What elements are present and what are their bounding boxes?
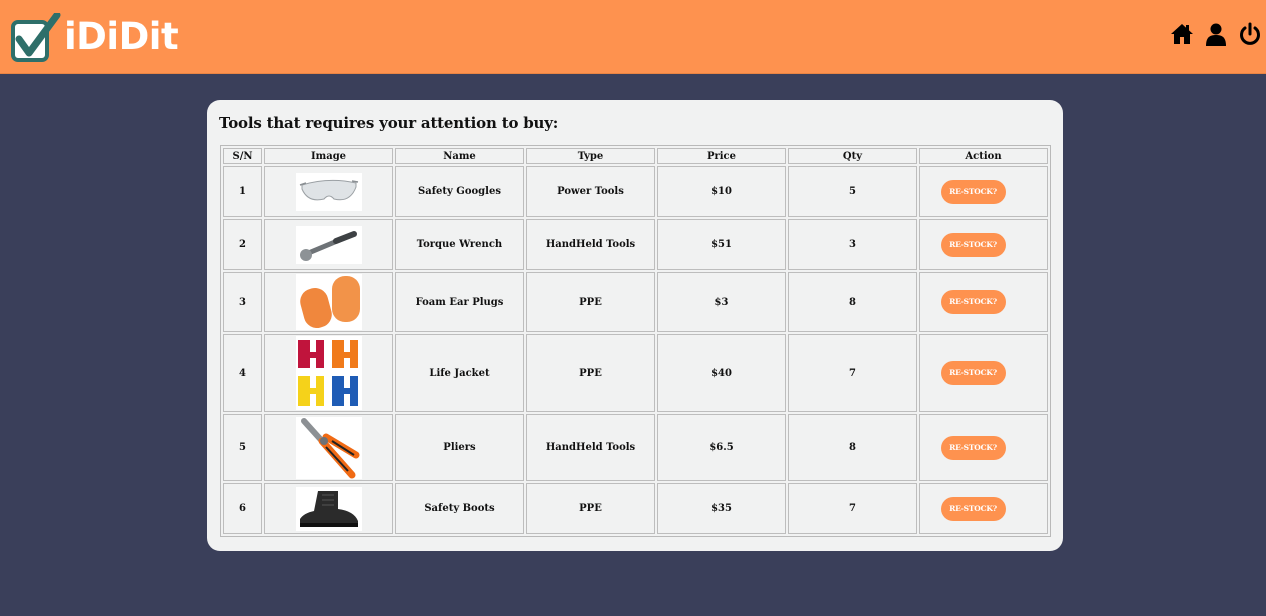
tools-table: S/N Image Name Type Price Qty Action 1 S… <box>220 145 1051 537</box>
sn-cell: 1 <box>223 166 262 217</box>
qty-cell: 8 <box>788 272 917 332</box>
table-row: 3 Foam Ear Plugs PPE $3 8 RE-STOCK? <box>223 272 1048 332</box>
sn-cell: 5 <box>223 414 262 481</box>
column-header: Qty <box>788 148 917 164</box>
name-cell: Foam Ear Plugs <box>395 272 524 332</box>
qty-cell: 8 <box>788 414 917 481</box>
price-cell: $40 <box>657 334 786 412</box>
sn-cell: 4 <box>223 334 262 412</box>
action-cell: RE-STOCK? <box>919 414 1048 481</box>
sn-cell: 2 <box>223 219 262 270</box>
price-cell: $51 <box>657 219 786 270</box>
safety-boots-image <box>295 486 362 531</box>
table-row: 5 Pliers HandHeld Tools $6.5 8 RE-STOCK? <box>223 414 1048 481</box>
type-cell: PPE <box>526 483 655 534</box>
type-cell: PPE <box>526 272 655 332</box>
restock-button[interactable]: RE-STOCK? <box>940 290 1006 314</box>
attention-card: Tools that requires your attention to bu… <box>207 100 1063 551</box>
column-header: Name <box>395 148 524 164</box>
action-cell: RE-STOCK? <box>919 483 1048 534</box>
safety-goggles-image <box>295 172 362 211</box>
sn-cell: 6 <box>223 483 262 534</box>
type-cell: HandHeld Tools <box>526 219 655 270</box>
pliers-image <box>295 416 362 479</box>
table-row: 2 Torque Wrench HandHeld Tools $51 3 RE-… <box>223 219 1048 270</box>
name-cell: Pliers <box>395 414 524 481</box>
brand-logo[interactable]: iDiDit <box>11 10 179 62</box>
table-row: 4 Life Jacket PPE $40 7 RE-STOCK? <box>223 334 1048 412</box>
name-cell: Safety Googles <box>395 166 524 217</box>
brand-name: iDiDit <box>64 14 179 58</box>
torque-wrench-image <box>295 225 362 264</box>
image-cell <box>264 219 393 270</box>
restock-button[interactable]: RE-STOCK? <box>940 179 1006 204</box>
price-cell: $3 <box>657 272 786 332</box>
restock-button[interactable]: RE-STOCK? <box>940 496 1006 521</box>
life-jacket-image <box>295 336 362 410</box>
column-header: Price <box>657 148 786 164</box>
action-cell: RE-STOCK? <box>919 219 1048 270</box>
restock-button[interactable]: RE-STOCK? <box>940 232 1006 257</box>
image-cell <box>264 414 393 481</box>
table-row: 1 Safety Googles Power Tools $10 5 RE-ST… <box>223 166 1048 217</box>
checkmark-logo-icon <box>11 13 61 62</box>
sn-cell: 3 <box>223 272 262 332</box>
top-bar: iDiDit <box>0 0 1266 74</box>
restock-button[interactable]: RE-STOCK? <box>940 361 1006 385</box>
image-cell <box>264 334 393 412</box>
column-header: S/N <box>223 148 262 164</box>
user-icon[interactable] <box>1204 22 1228 46</box>
type-cell: PPE <box>526 334 655 412</box>
page-title: Tools that requires your attention to bu… <box>219 114 559 132</box>
action-cell: RE-STOCK? <box>919 166 1048 217</box>
qty-cell: 3 <box>788 219 917 270</box>
table-row: 6 Safety Boots PPE $35 7 RE-STOCK? <box>223 483 1048 534</box>
action-cell: RE-STOCK? <box>919 272 1048 332</box>
qty-cell: 7 <box>788 483 917 534</box>
type-cell: HandHeld Tools <box>526 414 655 481</box>
image-cell <box>264 166 393 217</box>
column-header: Action <box>919 148 1048 164</box>
column-header: Type <box>526 148 655 164</box>
power-icon[interactable] <box>1238 22 1262 46</box>
qty-cell: 5 <box>788 166 917 217</box>
name-cell: Safety Boots <box>395 483 524 534</box>
type-cell: Power Tools <box>526 166 655 217</box>
price-cell: $35 <box>657 483 786 534</box>
image-cell <box>264 272 393 332</box>
table-header-row: S/N Image Name Type Price Qty Action <box>223 148 1048 164</box>
restock-button[interactable]: RE-STOCK? <box>940 435 1006 460</box>
qty-cell: 7 <box>788 334 917 412</box>
name-cell: Life Jacket <box>395 334 524 412</box>
price-cell: $6.5 <box>657 414 786 481</box>
ear-plugs-image <box>295 274 362 330</box>
price-cell: $10 <box>657 166 786 217</box>
name-cell: Torque Wrench <box>395 219 524 270</box>
image-cell <box>264 483 393 534</box>
action-cell: RE-STOCK? <box>919 334 1048 412</box>
home-icon[interactable] <box>1170 22 1194 46</box>
header-nav <box>1170 22 1262 46</box>
column-header: Image <box>264 148 393 164</box>
